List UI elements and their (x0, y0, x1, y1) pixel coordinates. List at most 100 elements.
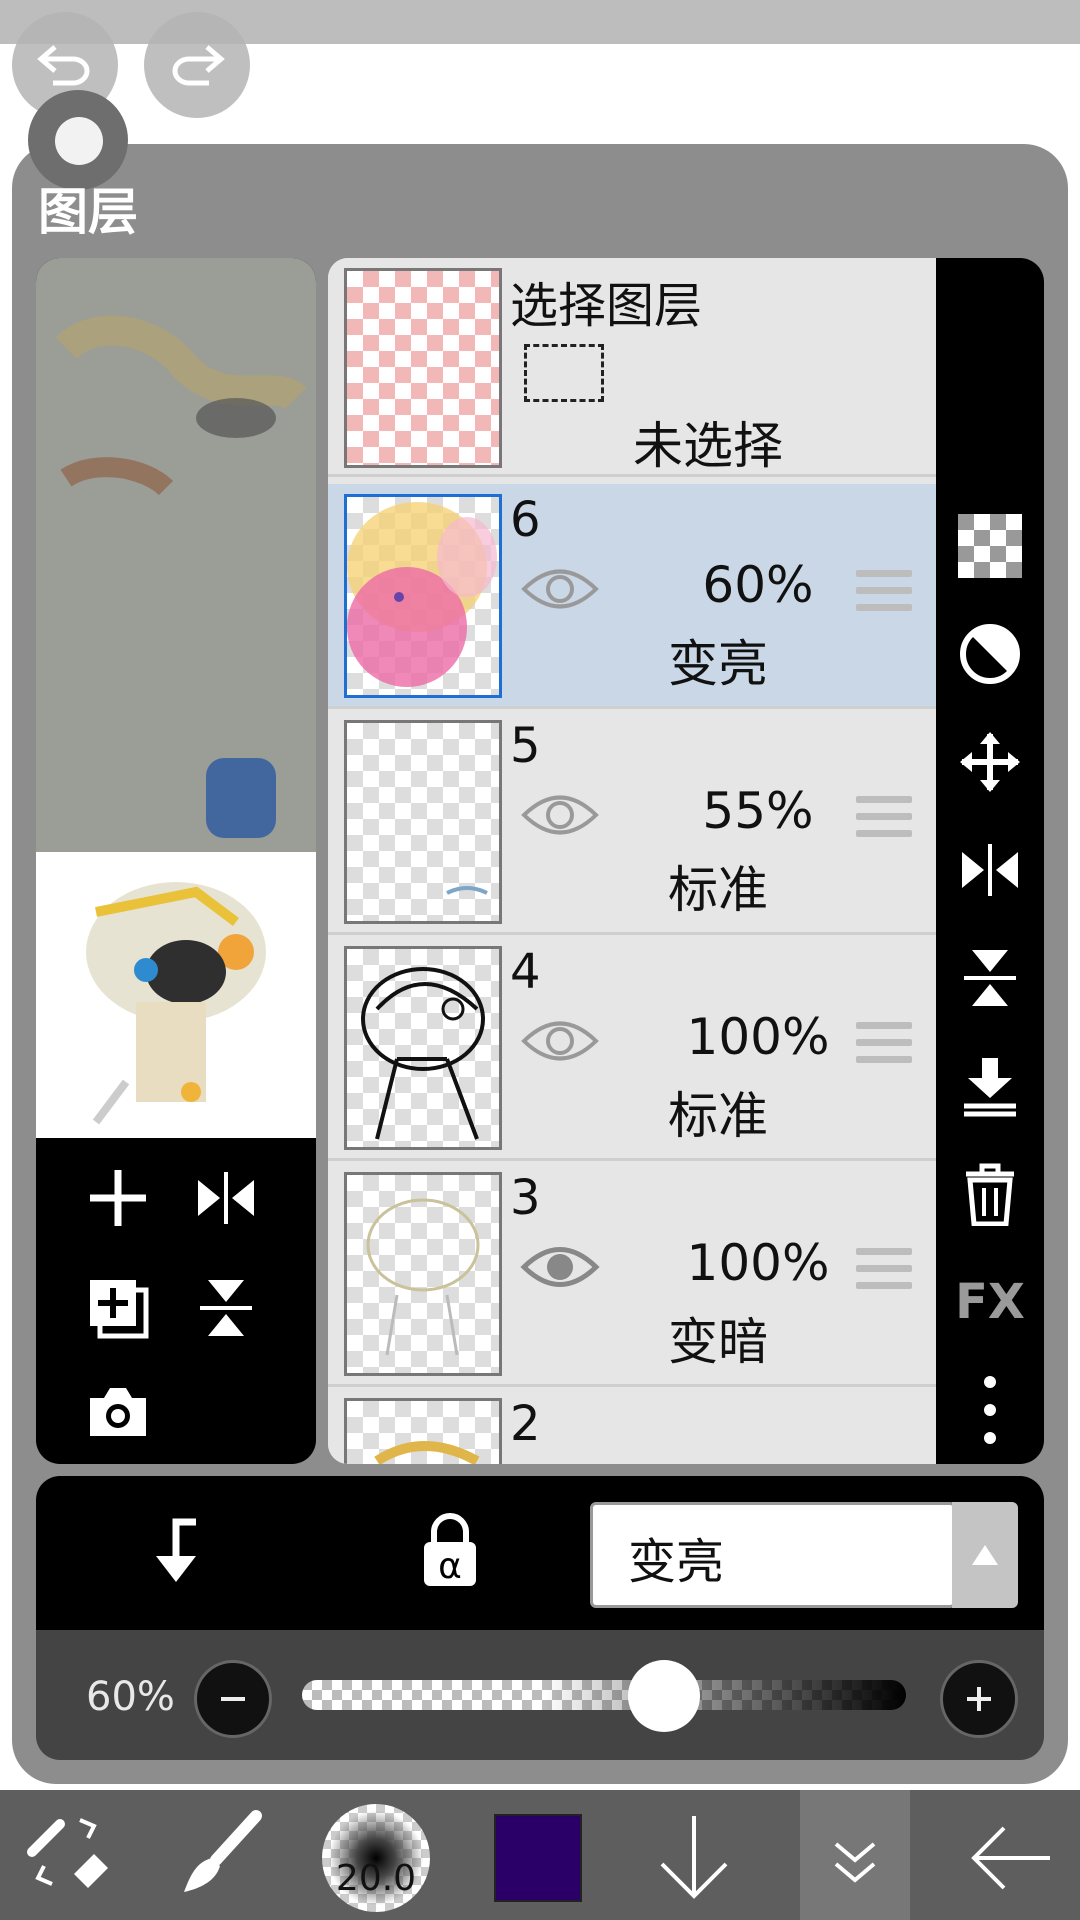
more-vertical-icon (984, 1376, 996, 1444)
selection-layer-name: 选择图层 (510, 278, 703, 334)
layer-3-art (366, 1198, 480, 1356)
drag-handle-icon[interactable] (856, 796, 912, 842)
drag-handle-icon[interactable] (856, 1248, 912, 1294)
layer-blend-mode: 变暗 (668, 1313, 768, 1371)
opacity-slider-track[interactable] (302, 1680, 906, 1710)
checkerboard-icon (958, 514, 1022, 578)
flip-layer-vertical-button[interactable] (936, 936, 1044, 1020)
back-button[interactable] (968, 1820, 1054, 1900)
clipping-button[interactable] (136, 1512, 216, 1596)
layer-row[interactable]: 3 100% 变暗 (328, 1162, 936, 1387)
layer-blend-mode: 标准 (668, 861, 768, 919)
layer-opacity: 100% (686, 1008, 830, 1066)
layer-row[interactable]: 6 60% 变亮 (328, 484, 936, 709)
camera-icon (90, 1388, 146, 1436)
move-layer-button[interactable] (936, 720, 1044, 804)
layer-preview (36, 258, 316, 1464)
layer-thumbnail (344, 494, 502, 698)
camera-button[interactable] (78, 1372, 158, 1452)
merge-down-button[interactable] (936, 1044, 1044, 1128)
flip-vertical-icon (964, 950, 1016, 1006)
flip-layer-horizontal-button[interactable] (936, 828, 1044, 912)
brush-eraser-swap-icon (27, 1818, 108, 1888)
redo-icon (172, 45, 225, 86)
trash-icon (966, 1163, 1014, 1226)
visibility-toggle[interactable] (520, 1242, 600, 1296)
eye-icon (521, 795, 599, 835)
more-options-button[interactable] (936, 1368, 1044, 1452)
selection-marquee-icon (524, 344, 604, 402)
drag-handle-icon[interactable] (856, 570, 912, 616)
flip-vertical-button[interactable] (186, 1268, 266, 1348)
selection-thumbnail (344, 268, 502, 468)
flip-horizontal-icon (198, 1172, 254, 1224)
panel-handle-dot (55, 117, 103, 165)
layer-name: 4 (510, 944, 541, 1000)
flip-horizontal-icon (962, 844, 1018, 896)
layer-row[interactable]: 5 55% 标准 (328, 710, 936, 935)
color-swatch[interactable] (494, 1814, 582, 1902)
double-chevron-down-icon (834, 1842, 876, 1883)
artwork-thumbnail (36, 852, 316, 1138)
opacity-slider-knob[interactable] (628, 1660, 701, 1732)
tool-switch-button[interactable] (24, 1808, 114, 1902)
lock-alpha-icon: α (424, 1513, 476, 1587)
blend-mode-value: 变亮 (628, 1534, 725, 1590)
layer-name: 2 (510, 1396, 541, 1452)
plus-icon (967, 1687, 991, 1711)
visibility-toggle[interactable] (520, 790, 600, 844)
alpha-lock-button[interactable]: α (410, 1512, 490, 1596)
delete-layer-button[interactable] (936, 1152, 1044, 1236)
brush-button[interactable] (176, 1808, 266, 1902)
fx-button[interactable]: FX (936, 1260, 1044, 1344)
chibi-figure (86, 882, 266, 1125)
panel-title: 图层 (38, 183, 138, 241)
scroll-down-button[interactable] (656, 1812, 732, 1906)
layer-name: 3 (510, 1170, 541, 1226)
arrow-down-icon (660, 1816, 728, 1899)
opacity-decrease-button[interactable] (194, 1660, 272, 1738)
drag-handle-icon[interactable] (856, 1022, 912, 1068)
layer-blend-mode: 标准 (668, 1087, 768, 1145)
canvas-preview (36, 258, 316, 852)
opacity-value: 60% (86, 1674, 175, 1720)
visibility-toggle[interactable] (520, 564, 600, 618)
visibility-toggle[interactable] (520, 1016, 600, 1070)
layer-opacity: 100% (686, 1234, 830, 1292)
flip-horizontal-button[interactable] (186, 1158, 266, 1238)
layer-2-art (374, 1441, 480, 1464)
selection-layer-row[interactable]: 选择图层 未选择 (328, 258, 936, 477)
preview-sketch (55, 315, 307, 838)
blend-mode-dropdown[interactable] (952, 1502, 1018, 1608)
minus-icon (221, 1697, 245, 1701)
arrow-left-icon (971, 1826, 1050, 1890)
undo-icon (37, 45, 90, 86)
add-layer-button[interactable] (78, 1158, 158, 1238)
triangle-up-icon (972, 1545, 998, 1565)
opacity-increase-button[interactable] (940, 1660, 1018, 1738)
layer-5-art (446, 886, 488, 895)
svg-text:α: α (438, 1546, 462, 1587)
layer-opacity: 60% (702, 556, 814, 614)
transparency-button[interactable] (936, 504, 1044, 588)
duplicate-layer-button[interactable] (78, 1268, 158, 1348)
layer-list[interactable]: 选择图层 未选择 6 60% 变亮 5 55% 标准 4 100% 标准 3 1… (328, 258, 936, 1464)
layer-row[interactable]: 4 100% 标准 (328, 936, 936, 1161)
eye-icon (521, 569, 599, 609)
collapse-panel-button[interactable] (828, 1838, 882, 1892)
contrast-icon (960, 624, 1020, 684)
layer-thumbnail (344, 946, 502, 1150)
layer-thumbnail (344, 1172, 502, 1376)
layer-row[interactable]: 2 (328, 1388, 936, 1464)
eye-icon (521, 1021, 599, 1061)
brush-size-value: 20.0 (335, 1858, 417, 1899)
layer-4-art (361, 967, 485, 1140)
layer-name: 6 (510, 492, 541, 548)
redo-button[interactable] (144, 12, 250, 118)
layer-tools-bar: FX (936, 258, 1044, 1464)
invert-button[interactable] (936, 612, 1044, 696)
plus-icon (90, 1170, 146, 1226)
move-icon (960, 732, 1020, 792)
clipping-icon (156, 1518, 196, 1582)
layer-blend-mode: 变亮 (668, 635, 768, 693)
